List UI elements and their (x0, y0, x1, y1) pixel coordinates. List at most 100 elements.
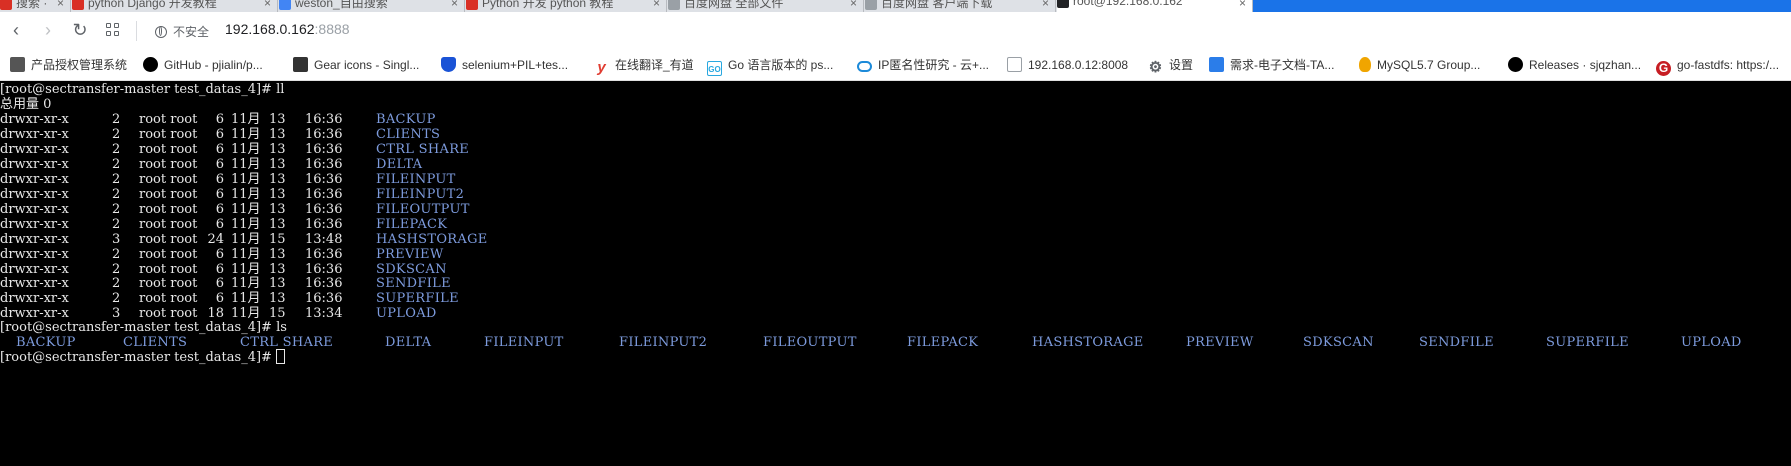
reload-button[interactable]: ↻ (68, 18, 92, 42)
bookmark-label: 192.168.0.12:8008 (1028, 58, 1129, 72)
tab-separator (863, 0, 864, 12)
tab-close-icon[interactable]: × (1042, 0, 1049, 10)
text-cursor[interactable] (276, 349, 286, 364)
browser-tab[interactable]: 搜索 · × (0, 0, 70, 12)
bookmark-item[interactable]: GitHub - pjialin/p... (143, 56, 263, 74)
tab-separator (464, 0, 465, 12)
gear-icon: ⚙ (1148, 59, 1163, 76)
ls-directory-name: UPLOAD (1681, 335, 1742, 350)
tab-favicon-icon (279, 0, 291, 10)
browser-toolbar: ‹ › ↻ 不安全 192.168.0.162:8888 (0, 12, 1791, 48)
bookmark-label: GitHub - pjialin/p... (164, 58, 263, 72)
shield-icon (441, 57, 456, 72)
security-label: 不安全 (173, 25, 210, 39)
tab-strip: 搜索 · × python Django 开发教程 × weston_自由搜索 × Pyth… (0, 0, 1791, 12)
bookmark-item[interactable]: MySQL5.7 Group... (1359, 56, 1480, 74)
bookmark-label: 设置 (1169, 58, 1194, 72)
ls-directory-name: DELTA (385, 335, 432, 350)
doc-icon (1209, 57, 1224, 72)
tab-title: 百度网盘 全部文件 (684, 0, 784, 10)
tab-close-icon[interactable]: × (653, 0, 660, 10)
tab-favicon-icon (865, 0, 877, 10)
address-bar[interactable]: 192.168.0.162:8888 (225, 21, 350, 37)
terminal-window[interactable]: [root@sectransfer-master test_datas_4]# … (0, 81, 1791, 466)
bookmark-label: IP匿名性研究 - 云+... (878, 58, 990, 72)
bookmark-label: selenium+PIL+tes... (462, 58, 569, 72)
browser-tab[interactable]: Python 开发 python 教程 × (466, 0, 666, 12)
ls-directory-name: SUPERFILE (1546, 335, 1629, 350)
tab-favicon-icon (668, 0, 680, 10)
new-tab-area[interactable] (1253, 0, 1791, 12)
ls-directory-name: FILEPACK (907, 335, 979, 350)
tab-separator (70, 0, 71, 12)
globe-icon (155, 26, 167, 38)
prompt: [root@sectransfer-master test_datas_4]# (0, 320, 277, 335)
browser-tab[interactable]: weston_自由搜索 × (279, 0, 464, 12)
github-icon (143, 57, 158, 72)
cloud-icon (857, 61, 872, 72)
tab-title: 百度网盘 客户端下载 (881, 0, 993, 10)
command: ll (276, 82, 285, 97)
ls-directory-name: SDKSCAN (1303, 335, 1374, 350)
tab-separator (666, 0, 667, 12)
browser-tab[interactable]: python Django 开发教程 × (72, 0, 277, 12)
bookmark-item[interactable]: Ggo-fastdfs: https:/... (1656, 56, 1780, 76)
bookmark-item[interactable]: Gear icons - Singl... (293, 56, 419, 74)
tab-close-icon[interactable]: × (850, 0, 857, 10)
folder-icon (10, 57, 25, 72)
bookmark-item[interactable]: 需求-电子文档-TA... (1209, 56, 1334, 74)
tab-close-icon[interactable]: × (1239, 0, 1246, 10)
bookmark-item[interactable]: Releases · sjqzhan... (1508, 56, 1641, 74)
tab-favicon-icon (1057, 0, 1069, 8)
bookmark-label: go-fastdfs: https:/... (1677, 58, 1780, 72)
bookmark-label: 在线翻译_有道 (615, 58, 694, 72)
security-indicator[interactable]: 不安全 (155, 23, 209, 40)
bookmark-item[interactable]: IP匿名性研究 - 云+... (857, 56, 989, 74)
tab-title: 搜索 · (16, 0, 48, 10)
bookmark-item[interactable]: 192.168.0.12:8008 (1007, 56, 1128, 74)
ls-directory-name: FILEINPUT2 (619, 335, 708, 350)
tab-title: python Django 开发教程 (88, 0, 217, 10)
ls-directory-name: SENDFILE (1419, 335, 1494, 350)
back-button[interactable]: ‹ (4, 18, 28, 42)
tab-favicon-icon (466, 0, 478, 10)
url-port: :8888 (314, 21, 350, 37)
prompt: [root@sectransfer-master test_datas_4]# (0, 82, 277, 97)
tab-separator (1055, 0, 1056, 12)
tab-title: Python 开发 python 教程 (482, 0, 614, 10)
bookmark-label: Releases · sjqzhan... (1529, 58, 1642, 72)
tab-favicon-icon (72, 0, 84, 10)
apps-grid-icon[interactable] (106, 23, 120, 37)
address-separator (136, 21, 137, 41)
bookmark-item[interactable]: y 在线翻译_有道 (594, 56, 694, 76)
tab-close-icon[interactable]: × (57, 0, 64, 10)
bookmark-item[interactable]: 产品授权管理系统 (10, 56, 127, 74)
tab-title: root@192.168.0.162 (1073, 0, 1183, 8)
gitee-icon: G (1656, 61, 1671, 76)
browser-tab[interactable]: 百度网盘 客户端下载 × (865, 0, 1055, 12)
bulb-icon (1359, 57, 1371, 72)
gear-people-icon (293, 57, 308, 72)
tab-title: weston_自由搜索 (295, 0, 388, 10)
youdao-icon: y (597, 59, 606, 76)
ls-directory-name: HASHSTORAGE (1032, 335, 1144, 350)
page-icon (1007, 57, 1022, 72)
tab-close-icon[interactable]: × (451, 0, 458, 10)
bookmark-label: Gear icons - Singl... (314, 58, 420, 72)
ls-directory-name: PREVIEW (1186, 335, 1254, 350)
tab-separator (277, 0, 278, 12)
prompt-line-3: [root@sectransfer-master test_datas_4]# (0, 349, 286, 366)
url-host: 192.168.0.162 (225, 21, 315, 37)
bookmark-label: Go 语言版本的 ps... (728, 58, 834, 72)
github-icon (1508, 57, 1523, 72)
go-icon: GO (707, 61, 722, 76)
bookmark-item[interactable]: selenium+PIL+tes... (441, 56, 568, 74)
bookmarks-bar: 产品授权管理系统 GitHub - pjialin/p... Gear icons … (0, 48, 1791, 81)
bookmark-item[interactable]: GO Go 语言版本的 ps... (707, 56, 834, 76)
browser-tab[interactable]: root@192.168.0.162 × (1057, 0, 1252, 12)
ls-directory-name: FILEOUTPUT (763, 335, 857, 350)
forward-button[interactable]: › (36, 18, 60, 42)
tab-close-icon[interactable]: × (264, 0, 271, 10)
bookmark-item[interactable]: ⚙ 设置 (1148, 56, 1194, 76)
browser-tab[interactable]: 百度网盘 全部文件 × (668, 0, 863, 12)
